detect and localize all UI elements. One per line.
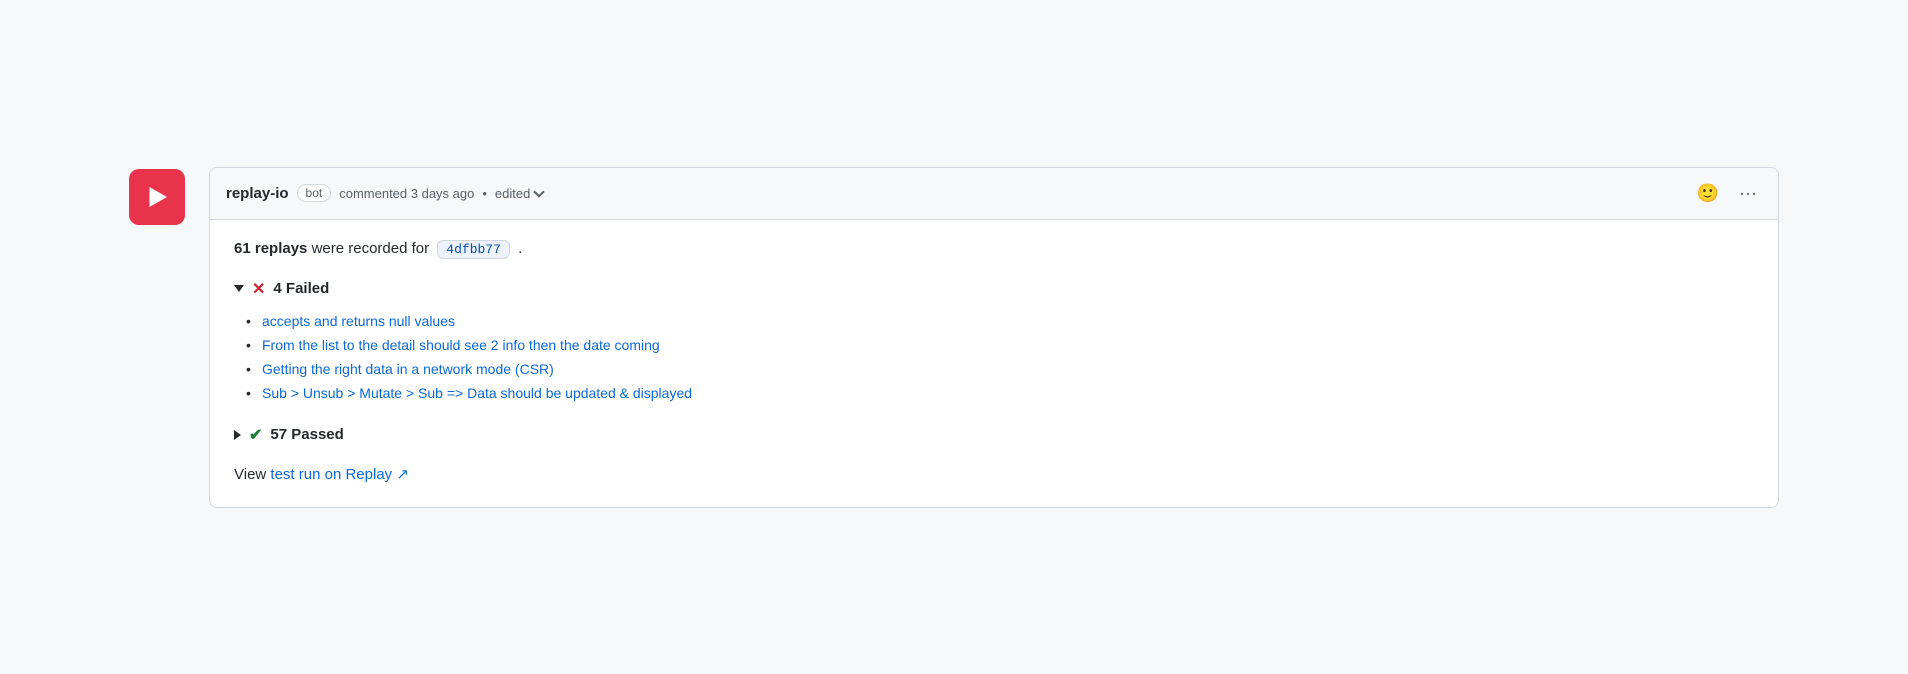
failed-section-header[interactable]: ✕ 4 Failed	[234, 279, 1754, 299]
list-item: Sub > Unsub > Mutate > Sub => Data shoul…	[262, 381, 1754, 405]
comment-container: replay-io bot commented 3 days ago • edi…	[129, 167, 1779, 508]
recorded-line: 61 replays were recorded for 4dfbb77 .	[234, 240, 1754, 259]
test-link-2[interactable]: From the list to the detail should see 2…	[262, 337, 660, 353]
commit-hash-badge: 4dfbb77	[437, 240, 510, 259]
more-options-button[interactable]: ···	[1734, 179, 1762, 207]
avatar-column	[129, 167, 209, 225]
list-item: accepts and returns null values	[262, 309, 1754, 333]
header-left: replay-io bot commented 3 days ago • edi…	[226, 184, 543, 202]
emoji-reaction-button[interactable]: 🙂	[1694, 179, 1722, 207]
test-link-1[interactable]: accepts and returns null values	[262, 313, 455, 329]
comment-meta-text: commented 3 days ago	[339, 186, 474, 201]
x-icon: ✕	[252, 279, 265, 299]
triangle-right-icon	[234, 430, 241, 440]
passed-section: ✔ 57 Passed	[234, 425, 1754, 445]
check-icon: ✔	[249, 425, 262, 445]
bot-badge: bot	[297, 184, 332, 202]
username-label: replay-io	[226, 185, 289, 202]
avatar	[129, 169, 185, 225]
chevron-down-icon	[534, 186, 545, 197]
passed-section-header[interactable]: ✔ 57 Passed	[234, 425, 1754, 445]
emoji-icon: 🙂	[1697, 183, 1719, 204]
list-item: Getting the right data in a network mode…	[262, 357, 1754, 381]
comment-box: replay-io bot commented 3 days ago • edi…	[209, 167, 1779, 508]
failed-label: 4 Failed	[273, 280, 329, 297]
list-item: From the list to the detail should see 2…	[262, 333, 1754, 357]
recorded-middle: were recorded for	[312, 240, 434, 257]
play-icon	[142, 182, 172, 212]
view-line: View test run on Replay ↗	[234, 465, 1754, 483]
comment-body: 61 replays were recorded for 4dfbb77 . ✕…	[210, 220, 1778, 507]
passed-label: 57 Passed	[270, 426, 343, 443]
more-icon: ···	[1739, 183, 1757, 204]
view-replay-link[interactable]: test run on Replay ↗	[270, 466, 408, 483]
test-link-3[interactable]: Getting the right data in a network mode…	[262, 361, 554, 377]
replays-count: 61 replays	[234, 240, 307, 257]
header-right: 🙂 ···	[1694, 179, 1762, 207]
failed-section: ✕ 4 Failed accepts and returns null valu…	[234, 279, 1754, 405]
separator: •	[482, 186, 487, 201]
test-link-4[interactable]: Sub > Unsub > Mutate > Sub => Data shoul…	[262, 385, 692, 401]
recorded-suffix: .	[518, 240, 522, 257]
edited-label: edited	[495, 186, 530, 201]
triangle-down-icon	[234, 285, 244, 292]
failed-test-list: accepts and returns null values From the…	[234, 309, 1754, 405]
view-prefix: View	[234, 466, 270, 483]
edited-button[interactable]: edited	[495, 186, 543, 201]
comment-header: replay-io bot commented 3 days ago • edi…	[210, 168, 1778, 220]
